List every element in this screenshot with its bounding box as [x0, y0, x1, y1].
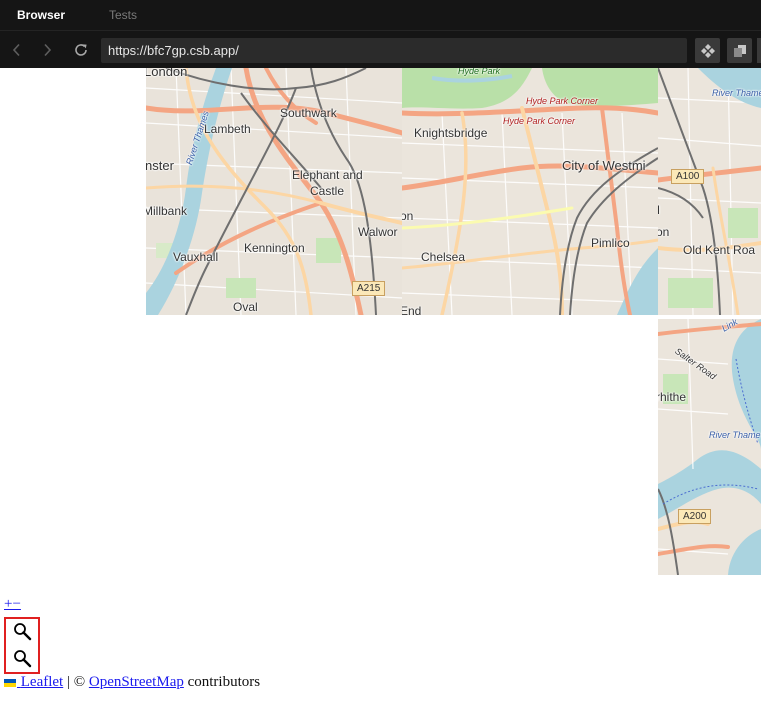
- map-tile-bermondsey[interactable]: River Thame A100 M on Old Kent Roa: [658, 68, 761, 315]
- map-label: Lambeth: [204, 122, 251, 136]
- toolbar-edge: [757, 38, 761, 63]
- map-label: Hyde Park Corner: [503, 116, 576, 126]
- map-label: Chelsea: [421, 250, 466, 264]
- map-label: Pimlico: [591, 236, 630, 250]
- ukraine-flag-icon: [4, 678, 16, 687]
- map-label: Old Kent Roa: [683, 243, 756, 257]
- map-tile-rotherhithe[interactable]: Link Salter Road rhithe River Thame A200: [658, 319, 761, 575]
- attribution-suffix: contributors: [183, 674, 261, 690]
- map-attribution: Leaflet | © OpenStreetMap contributors: [4, 674, 260, 691]
- map-label: nster: [146, 158, 174, 173]
- leaflet-link[interactable]: Leaflet: [4, 674, 63, 690]
- diamond-arrows-icon: [700, 43, 715, 58]
- map-label: River Thame: [709, 430, 761, 440]
- browser-chrome: Browser Tests https://bfc7gp.csb.app/: [0, 0, 761, 68]
- road-shield: A100: [671, 169, 705, 184]
- map-tile-southwark[interactable]: London Southwark Lambeth nster Elephant …: [146, 68, 402, 315]
- chevron-left-icon: [12, 43, 20, 57]
- map-tile-graphic: [658, 68, 761, 315]
- zoom-control[interactable]: +−: [4, 596, 21, 613]
- map-label: Hyde Park Corner: [526, 96, 599, 106]
- map-label: Elephant and: [292, 168, 363, 182]
- map-tile-westminster[interactable]: Hyde Park Hyde Park Corner Hyde Park Cor…: [402, 68, 658, 315]
- back-button[interactable]: [4, 31, 30, 69]
- map-label: Knightsbridge: [414, 126, 488, 140]
- map-tile-graphic: [658, 319, 761, 575]
- search-icon[interactable]: [13, 649, 33, 669]
- map-label: Castle: [310, 184, 345, 198]
- tab-tests[interactable]: Tests: [109, 0, 137, 30]
- map-label: Oval: [233, 300, 258, 314]
- chevron-right-icon: [44, 43, 52, 57]
- attribution-separator: | ©: [63, 674, 89, 690]
- map-label: Vauxhall: [173, 250, 219, 264]
- tab-browser[interactable]: Browser: [17, 0, 65, 30]
- road-shield: A215: [352, 281, 386, 296]
- devtools-button[interactable]: [695, 38, 720, 63]
- browser-toolbar: https://bfc7gp.csb.app/: [0, 30, 761, 68]
- map-label: Kennington: [244, 241, 305, 255]
- map-label: End: [402, 304, 422, 315]
- map-label: Millbank: [146, 204, 188, 218]
- map-label: London: [146, 68, 188, 79]
- url-bar[interactable]: https://bfc7gp.csb.app/: [101, 38, 687, 63]
- openstreetmap-link[interactable]: OpenStreetMap: [89, 674, 184, 690]
- map-label: Walwor: [358, 225, 398, 239]
- road-shield: A200: [678, 509, 712, 524]
- map-label: M: [658, 203, 660, 217]
- map-label: rhithe: [658, 390, 687, 404]
- map-label: Hyde Park: [458, 68, 501, 76]
- search-icon[interactable]: [13, 622, 33, 642]
- window-stack-icon: [733, 44, 746, 57]
- tab-bar: Browser Tests: [0, 0, 761, 30]
- reload-button[interactable]: [68, 31, 94, 69]
- map-label: on: [658, 225, 670, 239]
- forward-button[interactable]: [34, 31, 60, 69]
- leaflet-link-text: Leaflet: [20, 674, 64, 690]
- map-label: on: [402, 209, 414, 223]
- map-tile-graphic: [146, 68, 402, 315]
- map-label: City of Westmi: [562, 158, 646, 173]
- map-label: River Thame: [712, 88, 761, 98]
- reload-icon: [75, 44, 87, 56]
- map-label: Southwark: [280, 106, 337, 120]
- search-control-group: [4, 617, 40, 674]
- open-window-button[interactable]: [727, 38, 752, 63]
